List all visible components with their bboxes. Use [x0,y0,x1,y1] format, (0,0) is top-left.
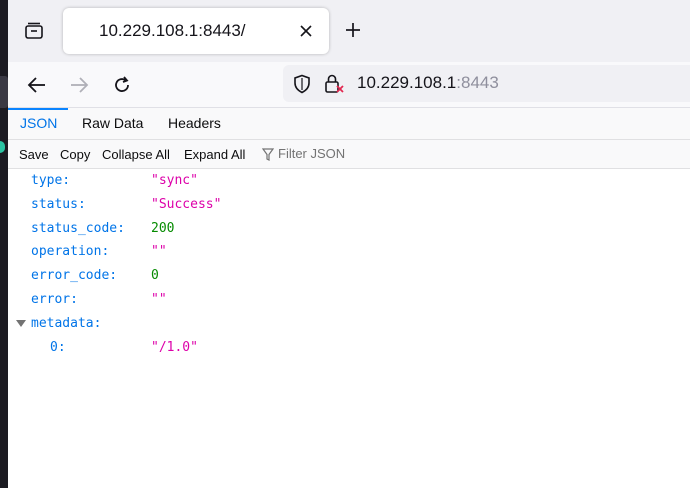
url-bar[interactable]: 10.229.108.1:8443 [283,65,690,102]
tab-raw-data[interactable]: Raw Data [82,115,143,131]
window-edge [0,0,8,488]
json-key: type: [31,173,71,188]
json-key: error_code: [31,268,118,283]
json-key: status: [31,197,86,212]
json-value: "sync" [151,173,198,188]
new-tab-button[interactable] [341,18,365,42]
save-button[interactable]: Save [19,147,49,162]
json-value: 200 [151,221,175,236]
tab-title: 10.229.108.1:8443/ [99,21,246,40]
expand-all-button[interactable]: Expand All [184,147,245,162]
site-security-button[interactable] [323,73,345,100]
selected-tab-indicator [8,108,68,110]
copy-button[interactable]: Copy [60,147,90,162]
json-value: "" [151,292,167,307]
json-value: "/1.0" [151,340,198,355]
json-key: 0: [50,340,66,355]
json-row-error[interactable]: error: "" [8,288,690,312]
json-value: "Success" [151,197,222,212]
back-button[interactable] [22,70,52,100]
lock-icon [325,74,344,93]
shield-icon [294,74,310,94]
json-key: error: [31,292,78,307]
json-row-operation[interactable]: operation: "" [8,240,690,264]
json-row-error-code[interactable]: error_code: 0 [8,264,690,288]
json-key: status_code: [31,221,125,236]
json-row-status-code[interactable]: status_code: 200 [8,217,690,241]
forward-arrow-icon [71,77,89,93]
json-toolbar: Save Copy Collapse All Expand All Filter… [8,140,690,169]
url-port: :8443 [456,73,499,92]
window-edge-tab [0,76,8,108]
filter-json-input[interactable]: Filter JSON [278,146,345,161]
reload-button[interactable] [107,70,137,100]
status-indicator [0,141,5,153]
tab-list-button[interactable] [20,17,48,45]
navigation-bar: 10.229.108.1:8443 [8,62,690,108]
url-text: 10.229.108.1:8443 [357,73,499,93]
twisty-expanded-icon[interactable] [16,320,26,327]
tab-json[interactable]: JSON [20,115,57,131]
json-key: operation: [31,244,110,259]
tab-headers[interactable]: Headers [168,115,221,131]
tab-bar: 10.229.108.1:8443/ [8,0,690,62]
collapse-all-button[interactable]: Collapse All [102,147,170,162]
tab-close-button[interactable] [297,22,315,40]
json-row-type[interactable]: type: "sync" [8,169,690,193]
url-host: 10.229.108.1 [357,73,457,92]
close-icon [300,25,312,37]
forward-button[interactable] [64,70,94,100]
json-viewer-tabs: JSON Raw Data Headers [8,108,690,140]
json-value: "" [151,244,167,259]
json-row-metadata[interactable]: metadata: [8,312,690,336]
filter-icon [261,148,275,167]
json-value: 0 [151,268,159,283]
tracking-protection-button[interactable] [293,74,311,99]
json-row-status[interactable]: status: "Success" [8,193,690,217]
json-row-metadata-0[interactable]: 0: "/1.0" [8,336,690,360]
back-arrow-icon [27,77,45,93]
tab-active[interactable]: 10.229.108.1:8443/ [63,8,329,54]
reload-icon [115,76,129,92]
tab-list-icon [25,22,43,39]
plus-icon [346,23,360,37]
json-key: metadata: [31,316,102,331]
